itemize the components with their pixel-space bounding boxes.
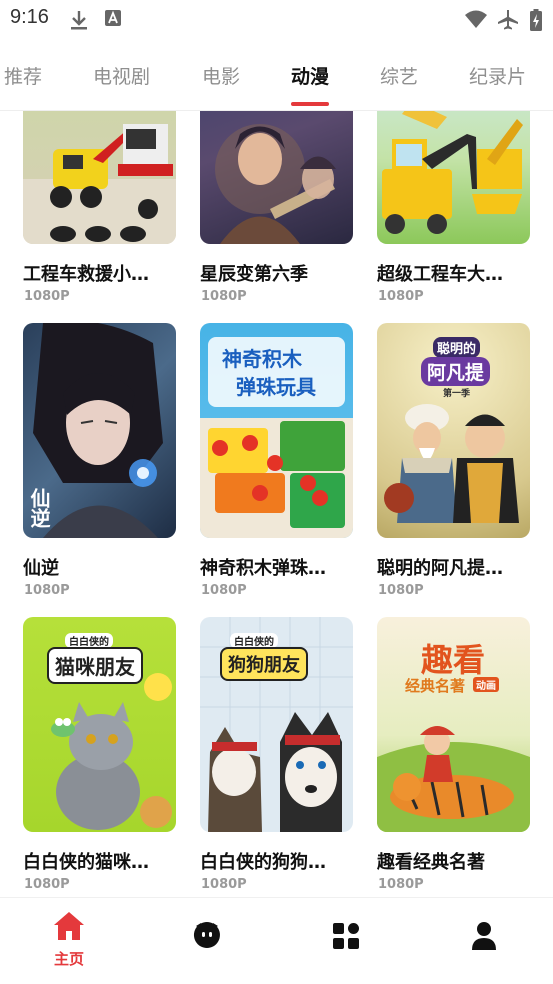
- nav-home-label: 主页: [53, 950, 84, 968]
- video-poster: [377, 111, 530, 244]
- video-quality: 1080P: [201, 877, 247, 892]
- tab-recommended[interactable]: 推荐: [4, 62, 42, 89]
- video-card[interactable]: 趣看 经典名著 动画 趣看经典名著 1080P: [377, 617, 532, 897]
- video-card[interactable]: 星辰变第六季 1080P: [200, 111, 355, 309]
- active-tab-indicator: [291, 102, 329, 106]
- poster-season-label: 第一季: [443, 389, 471, 399]
- poster-title-line1: 白白侠的: [65, 633, 113, 648]
- video-card[interactable]: 神奇积木 弹珠玩具 神奇积木弹珠… 1080P: [200, 323, 355, 603]
- poster-title-line2: 猫咪朋友: [47, 647, 143, 684]
- video-title: 工程车救援小…: [23, 264, 149, 285]
- video-title: 趣看经典名著: [377, 852, 485, 873]
- tab-variety[interactable]: 综艺: [380, 62, 418, 89]
- airplane-icon: [498, 10, 518, 30]
- video-poster: [23, 111, 176, 244]
- poster-title-line2: 狗狗朋友: [220, 647, 308, 681]
- video-card[interactable]: 仙逆 仙逆 1080P: [23, 323, 178, 603]
- video-poster: 聪明的 阿凡提 第一季: [377, 323, 530, 538]
- video-poster: 白白侠的 狗狗朋友: [200, 617, 353, 832]
- video-quality: 1080P: [378, 289, 424, 304]
- poster-badge: 动画: [473, 677, 499, 692]
- video-poster: 神奇积木 弹珠玩具: [200, 323, 353, 538]
- video-title: 仙逆: [23, 558, 59, 579]
- nav-home[interactable]: 主页: [39, 910, 99, 970]
- video-card[interactable]: 白白侠的 猫咪朋友 白白侠的猫咪… 1080P: [23, 617, 178, 897]
- battery-charging-icon: [530, 9, 542, 31]
- video-poster: 白白侠的 猫咪朋友: [23, 617, 176, 832]
- video-card[interactable]: 工程车救援小… 1080P: [23, 111, 178, 309]
- video-card[interactable]: 聪明的 阿凡提 第一季 聪明的阿凡提… 1080P: [377, 323, 532, 603]
- video-quality: 1080P: [378, 583, 424, 598]
- nav-discover[interactable]: [177, 910, 237, 970]
- video-title: 超级工程车大…: [377, 264, 503, 285]
- poster-title-line1: 白白侠的: [230, 633, 278, 648]
- tab-documentary[interactable]: 纪录片: [469, 62, 526, 89]
- status-time: 9:16: [10, 6, 49, 28]
- home-icon: [54, 912, 84, 940]
- poster-logo-text: 仙逆: [27, 488, 51, 528]
- video-title: 白白侠的狗狗…: [200, 852, 326, 873]
- poster-title-line2: 弹珠玩具: [236, 375, 316, 399]
- video-title: 神奇积木弹珠…: [200, 558, 326, 579]
- poster-title-line1: 神奇积木: [222, 347, 302, 371]
- video-poster: 仙逆: [23, 323, 176, 538]
- bottom-navigation: 主页: [0, 897, 553, 984]
- video-title: 星辰变第六季: [200, 264, 308, 285]
- app-notification-icon: [105, 10, 121, 26]
- category-tabs: 推荐 电视剧 电影 动漫 综艺 纪录片: [0, 52, 553, 110]
- video-card[interactable]: 白白侠的 狗狗朋友 白白侠的狗狗… 1080P: [200, 617, 355, 897]
- tab-tv-series[interactable]: 电视剧: [93, 62, 150, 89]
- video-quality: 1080P: [24, 877, 70, 892]
- poster-title-line2: 阿凡提: [421, 357, 491, 386]
- video-poster: 趣看 经典名著 动画: [377, 617, 530, 832]
- nav-categories[interactable]: [316, 910, 376, 970]
- wifi-icon: [465, 10, 487, 28]
- video-poster: [200, 111, 353, 244]
- grid-icon: [333, 923, 359, 949]
- video-quality: 1080P: [201, 289, 247, 304]
- download-icon: [71, 11, 87, 30]
- status-bar: 9:16: [0, 0, 553, 40]
- content-grid: 工程车救援小… 1080P 星辰变第六季 1080P 超级工程车大… 1080P…: [0, 111, 553, 897]
- video-title: 白白侠的猫咪…: [23, 852, 149, 873]
- video-card[interactable]: 超级工程车大… 1080P: [377, 111, 532, 309]
- video-title: 聪明的阿凡提…: [377, 558, 503, 579]
- tab-movies[interactable]: 电影: [202, 62, 240, 89]
- user-icon: [472, 922, 496, 950]
- face-icon: [193, 922, 220, 948]
- poster-title-line1: 聪明的: [433, 337, 481, 358]
- video-quality: 1080P: [378, 877, 424, 892]
- poster-title-line2: 经典名著: [405, 677, 466, 695]
- video-quality: 1080P: [24, 583, 70, 598]
- nav-profile[interactable]: [454, 910, 514, 970]
- video-quality: 1080P: [24, 289, 70, 304]
- video-quality: 1080P: [201, 583, 247, 598]
- tab-anime[interactable]: 动漫: [291, 62, 329, 89]
